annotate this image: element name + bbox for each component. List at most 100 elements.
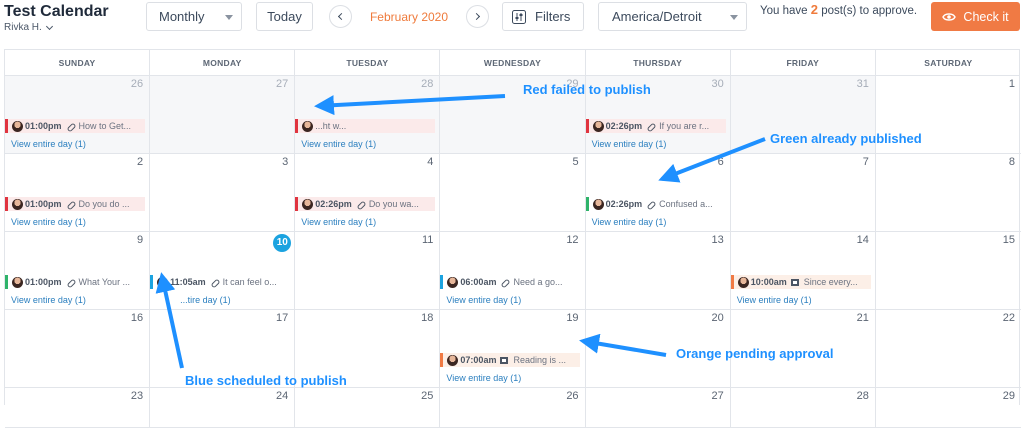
timezone-select[interactable]: America/Detroit (598, 2, 747, 31)
annotation-green: Green already published (770, 131, 922, 146)
chevron-left-icon (337, 12, 346, 21)
link-icon (646, 122, 655, 131)
calendar-day-cell[interactable]: 9 01:00pm What Your ... View entire day (1) (5, 232, 151, 310)
annotation-orange: Orange pending approval (676, 346, 834, 361)
post-item-published[interactable]: 01:00pm What Your ... (5, 275, 145, 289)
calendar-day-cell[interactable]: 8 (875, 154, 1021, 232)
calendar-day-cell[interactable]: 12 06:00am Need a go... View entire day (1) (440, 232, 586, 310)
calendar-day-cell[interactable]: 24 (150, 388, 296, 428)
filters-button[interactable]: Filters (502, 2, 584, 31)
calendar-day-cell[interactable]: 7 (730, 154, 876, 232)
view-entire-day-link[interactable]: View entire day (1) (446, 373, 521, 383)
post-item-failed[interactable]: 01:00pm How to Get... (5, 119, 145, 133)
day-number: 27 (711, 390, 724, 402)
top-toolbar: Test Calendar Rivka H. Monthly Today Feb… (0, 0, 1024, 40)
day-number: 26 (130, 78, 144, 90)
view-entire-day-link[interactable]: View entire day (1) (737, 295, 812, 305)
day-number: 30 (711, 78, 724, 90)
calendar-day-cell[interactable]: 14 10:00am Since every... View entire day (… (730, 232, 876, 310)
post-title: Reading is ... (513, 355, 566, 365)
post-item-pending[interactable]: 10:00am Since every... (730, 275, 871, 289)
day-number: 10 (273, 234, 292, 252)
calendar-day-cell[interactable]: 22 (875, 310, 1021, 388)
post-time: 01:00pm (25, 199, 62, 209)
view-entire-day-link[interactable]: View entire day (1) (11, 139, 86, 149)
post-time: 10:00am (750, 277, 787, 287)
calendar-day-cell[interactable]: 10 11:05am It can feel o... ...tire day (1) (150, 232, 296, 310)
calendar-day-cell[interactable]: 28 (730, 388, 876, 428)
avatar (737, 276, 749, 288)
view-select[interactable]: Monthly (146, 2, 242, 31)
calendar-day-cell[interactable]: 25 (295, 388, 441, 428)
check-it-label: Check it (963, 9, 1009, 24)
calendar-day-cell[interactable]: 15 (875, 232, 1021, 310)
approval-prefix: You have (760, 5, 808, 17)
caret-down-icon (225, 15, 233, 20)
status-bar (5, 197, 8, 211)
view-select-value: Monthly (159, 9, 205, 24)
calendar-day-cell[interactable]: 5 (440, 154, 586, 232)
today-button[interactable]: Today (256, 2, 313, 31)
post-time: 07:00am (460, 355, 497, 365)
post-time: 02:26pm (315, 199, 352, 209)
status-bar (295, 119, 299, 133)
post-item-published[interactable]: 02:26pm Confused a... (585, 197, 726, 211)
post-item-failed[interactable]: 02:26pm If you are r... (585, 119, 726, 133)
weekday-header-row: SUNDAY MONDAY TUESDAY WEDNESDAY THURSDAY FRID… (5, 50, 1019, 76)
day-number: 28 (421, 78, 434, 90)
next-month-button[interactable] (466, 5, 489, 28)
weekday-label: TUESDAY (295, 50, 441, 76)
post-item-failed[interactable]: ...ht w... (295, 119, 436, 133)
check-it-button[interactable]: Check it (931, 2, 1020, 31)
view-entire-day-link[interactable]: View entire day (1) (446, 295, 521, 305)
today-button-label: Today (267, 9, 302, 24)
calendar-day-cell[interactable]: 29 (875, 388, 1021, 428)
status-bar (440, 275, 444, 289)
calendar-day-cell[interactable]: 13 (585, 232, 731, 310)
status-bar (440, 353, 444, 367)
post-item-pending[interactable]: 07:00am Reading is ... (440, 353, 581, 367)
calendar-day-cell[interactable]: 26 01:00pm How to Get... View entire day (1… (5, 76, 151, 154)
timezone-value: America/Detroit (612, 9, 702, 24)
calendar-day-cell[interactable]: 27 (585, 388, 731, 428)
calendar-day-cell[interactable]: 11 (295, 232, 441, 310)
calendar-day-cell[interactable]: 23 (5, 388, 151, 428)
post-title: ...ht w... (315, 121, 347, 131)
calendar-day-cell[interactable]: 26 (440, 388, 586, 428)
calendar-day-cell[interactable]: 3 (150, 154, 296, 232)
view-entire-day-link[interactable]: View entire day (1) (592, 139, 667, 149)
day-number: 27 (276, 78, 289, 90)
view-entire-day-link[interactable]: View entire day (1) (592, 217, 667, 227)
post-item-failed[interactable]: 02:26pm Do you wa... (295, 197, 436, 211)
view-entire-day-link[interactable]: ...tire day (1) (180, 295, 231, 305)
view-entire-day-link[interactable]: View entire day (1) (11, 295, 86, 305)
weekday-label: SATURDAY (924, 58, 973, 68)
day-number: 9 (137, 234, 144, 246)
annotation-red: Red failed to publish (523, 82, 651, 97)
day-number: 18 (421, 312, 434, 324)
user-switcher[interactable]: Rivka H. (4, 22, 53, 33)
calendar-day-cell[interactable]: 6 02:26pm Confused a... View entire day (1) (585, 154, 731, 232)
day-number: 24 (276, 390, 289, 402)
calendar-day-cell[interactable]: 28 ...ht w... View entire day (1) (295, 76, 441, 154)
post-item-scheduled[interactable]: 11:05am It can feel o... (150, 275, 290, 289)
calendar-day-cell[interactable]: 19 07:00am Reading is ... View entire day (… (440, 310, 586, 388)
view-entire-day-link[interactable]: View entire day (1) (301, 139, 376, 149)
post-title: How to Get... (78, 121, 132, 131)
calendar-day-cell[interactable]: 2 01:00pm Do you do ... View entire day (1) (5, 154, 151, 232)
chevron-down-icon (45, 22, 53, 30)
avatar (592, 198, 604, 210)
day-number: 14 (856, 234, 869, 246)
view-entire-day-link[interactable]: View entire day (1) (301, 217, 376, 227)
calendar-day-cell[interactable]: 4 02:26pm Do you wa... View entire day (1) (295, 154, 441, 232)
calendar-day-cell[interactable]: 16 (5, 310, 151, 388)
link-icon (500, 278, 509, 287)
prev-month-button[interactable] (329, 5, 352, 28)
view-entire-day-link[interactable]: View entire day (1) (11, 217, 86, 227)
post-title: Do you wa... (368, 199, 419, 209)
post-item-scheduled[interactable]: 06:00am Need a go... (440, 275, 580, 289)
calendar-day-cell[interactable]: 27 (150, 76, 296, 154)
post-title: Confused a... (659, 199, 713, 209)
weekday-label: FRIDAY (731, 50, 876, 76)
post-item-failed[interactable]: 01:00pm Do you do ... (5, 197, 145, 211)
